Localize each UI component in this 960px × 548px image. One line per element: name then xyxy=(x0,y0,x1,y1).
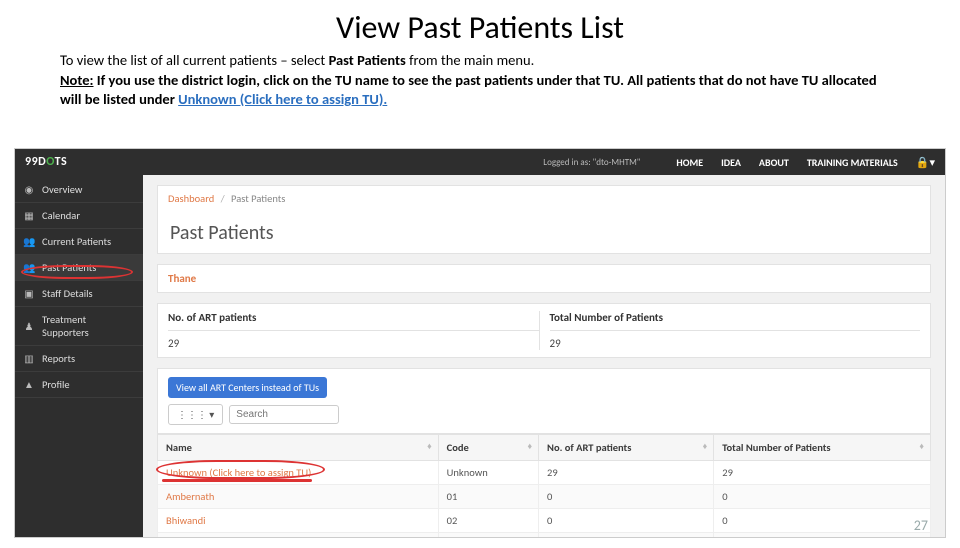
district-row[interactable]: Thane xyxy=(157,264,931,293)
col-label: Name xyxy=(166,441,192,454)
sort-icon: ♦ xyxy=(703,441,708,452)
breadcrumb-sep: / xyxy=(221,192,225,205)
tu-art: 0 xyxy=(539,509,714,533)
brand-text: 99D xyxy=(25,155,46,169)
sidebar-item-reports[interactable]: ▥ Reports xyxy=(15,346,143,372)
sidebar-item-staff[interactable]: ▣ Staff Details xyxy=(15,281,143,307)
logged-in-text: Logged in as: "dto-MHTM" xyxy=(543,157,640,168)
people-icon: 👥 xyxy=(23,235,35,248)
sidebar-item-label: Current Patients xyxy=(42,235,111,248)
nav-idea[interactable]: IDEA xyxy=(721,156,741,169)
people-icon: 👥 xyxy=(23,261,35,274)
sidebar: ◉ Overview ▦ Calendar 👥 Current Patients 👥 P… xyxy=(15,175,143,537)
instr-bold: Past Patients xyxy=(329,51,406,69)
sidebar-item-profile[interactable]: ▲ Profile xyxy=(15,372,143,398)
nav-home[interactable]: HOME xyxy=(676,156,703,169)
brand-tail: TS xyxy=(55,155,68,169)
sidebar-item-current-patients[interactable]: 👥 Current Patients xyxy=(15,229,143,255)
sidebar-item-label: Calendar xyxy=(42,209,80,222)
content-area: Dashboard / Past Patients Past Patients … xyxy=(143,175,945,537)
sort-icon: ♦ xyxy=(427,441,432,452)
col-total[interactable]: Total Number of Patients ♦ xyxy=(714,435,931,461)
tu-table: Name ♦ Code ♦ No. of ART patients ♦ Total N… xyxy=(157,434,931,537)
app-screenshot: 99DOTS Logged in as: "dto-MHTM" HOME IDE… xyxy=(14,148,946,538)
slide-title: View Past Patients List xyxy=(0,8,960,47)
columns-button[interactable]: ⋮⋮⋮ ▾ xyxy=(168,404,223,425)
reports-icon: ▥ xyxy=(23,352,35,365)
stat-total-value: 29 xyxy=(550,331,921,350)
overview-icon: ◉ xyxy=(23,183,35,196)
sidebar-item-label: Treatment Supporters xyxy=(42,313,135,339)
col-name[interactable]: Name ♦ xyxy=(158,435,439,461)
brand-logo[interactable]: 99DOTS xyxy=(25,155,67,169)
table-row[interactable]: Ambernath0100 xyxy=(158,485,931,509)
stat-total-header: Total Number of Patients xyxy=(550,311,921,331)
sidebar-item-label: Past Patients xyxy=(42,261,96,274)
tu-art: 0 xyxy=(539,533,714,538)
tu-total: 0 xyxy=(714,485,931,509)
profile-icon: ▲ xyxy=(23,378,35,391)
tu-code: 01 xyxy=(438,485,538,509)
col-label: Total Number of Patients xyxy=(722,441,830,454)
search-input[interactable] xyxy=(229,405,339,424)
nav-training[interactable]: TRAINING MATERIALS xyxy=(807,156,898,169)
sidebar-item-label: Reports xyxy=(42,352,75,365)
table-row[interactable]: Bhiwandi0200 xyxy=(158,509,931,533)
top-bar: 99DOTS Logged in as: "dto-MHTM" HOME IDE… xyxy=(15,149,945,175)
table-row[interactable]: Unknown (Click here to assign TU) Unknown… xyxy=(158,461,931,485)
stats-panel: No. of ART patients 29 Total Number of P… xyxy=(157,303,931,358)
breadcrumb: Dashboard / Past Patients xyxy=(157,185,931,211)
col-art[interactable]: No. of ART patients ♦ xyxy=(539,435,714,461)
table-row[interactable]: Jawhar0300 xyxy=(158,533,931,538)
brand-accent: O xyxy=(46,155,54,169)
sidebar-item-label: Profile xyxy=(42,378,70,391)
tu-art: 0 xyxy=(539,485,714,509)
stat-art-value: 29 xyxy=(168,331,539,350)
note-label: Note: xyxy=(60,71,94,89)
support-icon: ♟ xyxy=(23,320,35,333)
page-number: 27 xyxy=(914,517,928,534)
sort-icon: ♦ xyxy=(527,441,532,452)
breadcrumb-root[interactable]: Dashboard xyxy=(168,192,214,205)
col-code[interactable]: Code ♦ xyxy=(438,435,538,461)
sidebar-item-supporters[interactable]: ♟ Treatment Supporters xyxy=(15,307,143,346)
instr-text: To view the list of all current patients… xyxy=(60,51,329,69)
tu-total: 29 xyxy=(714,461,931,485)
staff-icon: ▣ xyxy=(23,287,35,300)
note-link: Unknown (Click here to assign TU). xyxy=(178,90,387,108)
sidebar-item-label: Overview xyxy=(42,183,82,196)
instr-text2: from the main menu. xyxy=(406,51,534,69)
tu-code: 03 xyxy=(438,533,538,538)
tu-name-link[interactable]: Bhiwandi xyxy=(166,514,206,527)
sidebar-item-overview[interactable]: ◉ Overview xyxy=(15,177,143,203)
stat-art-header: No. of ART patients xyxy=(168,311,539,331)
tu-name-link[interactable]: Unknown (Click here to assign TU) xyxy=(166,466,311,479)
slide-instructions: To view the list of all current patients… xyxy=(0,51,960,110)
tu-name-link[interactable]: Ambernath xyxy=(166,490,214,503)
sidebar-item-label: Staff Details xyxy=(42,287,93,300)
tu-code: Unknown xyxy=(438,461,538,485)
sidebar-item-past-patients[interactable]: 👥 Past Patients xyxy=(15,255,143,281)
view-all-art-button[interactable]: View all ART Centers instead of TUs xyxy=(168,377,327,398)
district-name: Thane xyxy=(168,272,196,285)
tu-art: 29 xyxy=(539,461,714,485)
nav-about[interactable]: ABOUT xyxy=(759,156,789,169)
page-title: Past Patients xyxy=(170,221,918,245)
table-toolbar: View all ART Centers instead of TUs ⋮⋮⋮ … xyxy=(157,368,931,434)
sort-icon: ♦ xyxy=(919,441,924,452)
col-label: Code xyxy=(447,441,469,454)
calendar-icon: ▦ xyxy=(23,209,35,222)
tu-total: 0 xyxy=(714,533,931,538)
tu-code: 02 xyxy=(438,509,538,533)
lock-icon[interactable]: 🔒▾ xyxy=(916,156,935,169)
breadcrumb-current: Past Patients xyxy=(231,192,285,205)
col-label: No. of ART patients xyxy=(547,441,631,454)
sidebar-item-calendar[interactable]: ▦ Calendar xyxy=(15,203,143,229)
tu-total: 0 xyxy=(714,509,931,533)
